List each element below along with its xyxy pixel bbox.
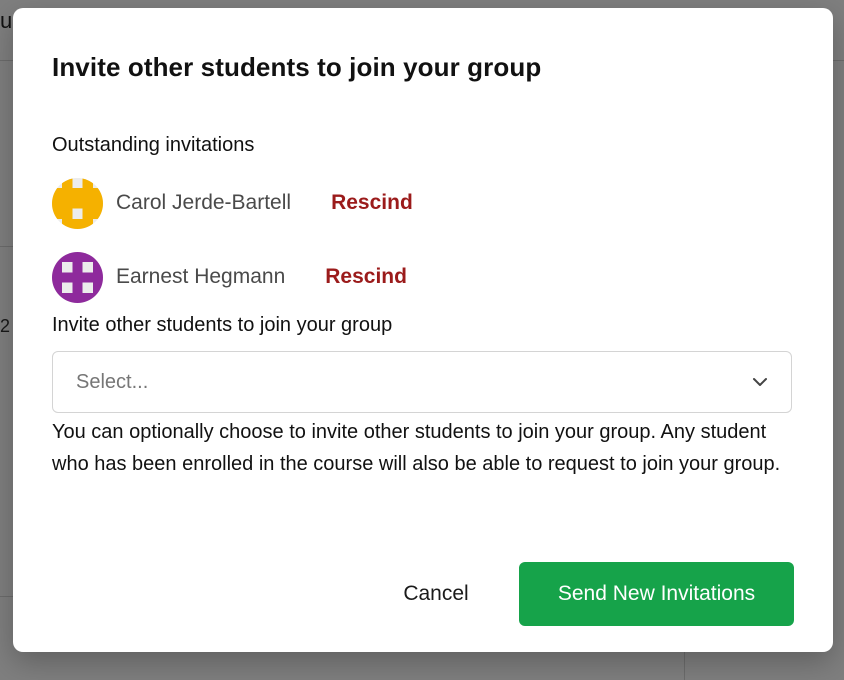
help-text: You can optionally choose to invite othe… <box>52 421 781 475</box>
send-invitations-button[interactable]: Send New Invitations <box>519 562 794 626</box>
rescind-button[interactable]: Rescind <box>325 265 407 289</box>
select-placeholder: Select... <box>76 371 149 393</box>
cancel-button[interactable]: Cancel <box>383 562 489 626</box>
invitation-row: Earnest Hegmann Rescind <box>52 251 407 303</box>
invite-students-label: Invite other students to join your group <box>52 314 393 336</box>
invitee-name: Carol Jerde-Bartell <box>116 191 292 214</box>
invite-modal: Invite other students to join your group… <box>13 8 833 652</box>
modal-title: Invite other students to join your group <box>52 52 542 82</box>
student-select[interactable]: Select... <box>52 351 792 413</box>
invitation-row: Carol Jerde-Bartell Rescind <box>52 177 413 229</box>
outstanding-invitations-heading: Outstanding invitations <box>52 134 255 156</box>
chevron-down-icon[interactable] <box>751 373 769 391</box>
identicon-avatar <box>52 177 103 229</box>
identicon-avatar <box>52 251 103 303</box>
invitee-name: Earnest Hegmann <box>116 265 286 288</box>
rescind-button[interactable]: Rescind <box>331 191 413 215</box>
